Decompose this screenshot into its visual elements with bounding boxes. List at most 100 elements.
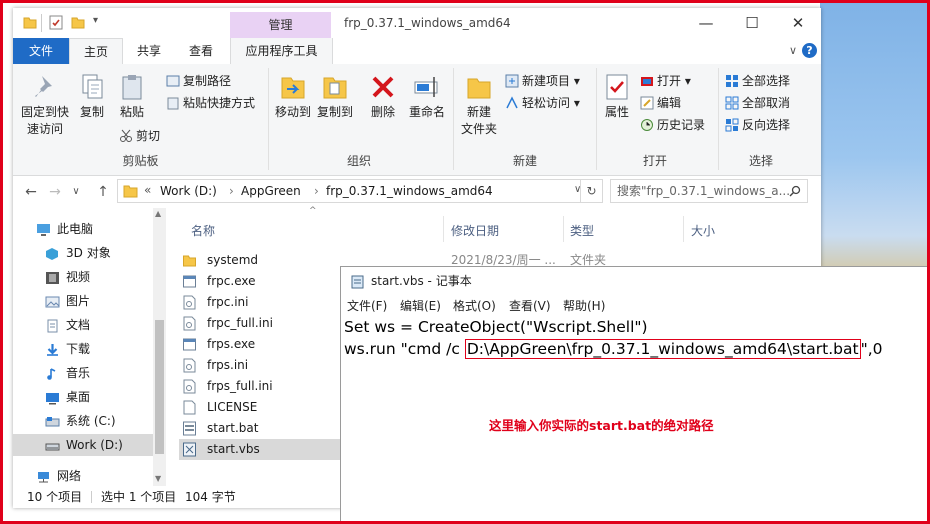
tab-app-tools[interactable]: 应用程序工具 (230, 38, 333, 64)
maximize-button[interactable]: ☐ (729, 8, 775, 38)
column-header-date[interactable]: 修改日期 (451, 222, 499, 239)
forward-button[interactable]: → (45, 182, 65, 202)
properties-button[interactable]: 属性 (601, 72, 633, 121)
address-bar[interactable]: « Work (D:) › AppGreen › frp_0.37.1_wind… (117, 179, 581, 203)
breadcrumb-separator[interactable]: › (229, 184, 234, 198)
copy-button[interactable]: 复制 (75, 72, 109, 121)
delete-label: 删除 (370, 105, 395, 119)
scroll-up-icon[interactable]: ▲ (155, 209, 161, 218)
sidebar-scrollbar[interactable]: ▲ ▼ (153, 208, 166, 486)
select-none-icon (725, 96, 739, 110)
pin-quick-access-button[interactable]: 固定到快 速访问 (19, 72, 71, 138)
sidebar-item-pictures[interactable]: 图片 (13, 290, 153, 312)
sidebar-item-network[interactable]: 网络 (13, 465, 153, 487)
column-header-size[interactable]: 大小 (691, 222, 715, 239)
menu-edit[interactable]: 编辑(E) (400, 295, 441, 317)
exe-icon (183, 275, 196, 288)
file-row[interactable]: frps_full.ini (183, 376, 341, 397)
properties-check-icon (606, 74, 628, 100)
close-button[interactable]: ✕ (775, 8, 821, 38)
new-folder-icon[interactable] (71, 15, 85, 30)
paste-shortcut-button[interactable]: 粘贴快捷方式 (166, 94, 255, 112)
ini-file-icon (183, 379, 196, 394)
sidebar-item-drive-d[interactable]: Work (D:) (13, 434, 153, 456)
sidebar-item-drive-c[interactable]: 系统 (C:) (13, 410, 153, 432)
rename-button[interactable]: 重命名 (407, 72, 447, 121)
column-header-name[interactable]: 名称 (191, 222, 215, 239)
group-label-organize: 组织 (346, 154, 371, 168)
edit-pencil-icon (640, 96, 654, 110)
tab-home[interactable]: 主页 (69, 38, 123, 66)
document-icon (45, 318, 60, 333)
column-divider (443, 216, 444, 242)
breadcrumb-item[interactable]: Work (D:) (160, 184, 217, 198)
paste-shortcut-label: 粘贴快捷方式 (183, 96, 256, 110)
file-row[interactable]: frpc.ini (183, 292, 341, 313)
select-none-button[interactable]: 全部取消 (725, 94, 790, 112)
select-all-button[interactable]: 全部选择 (725, 72, 790, 90)
code-line-2-suffix: ",0 (860, 340, 883, 358)
sidebar-item-desktop[interactable]: 桌面 (13, 386, 153, 408)
minimize-button[interactable]: — (683, 8, 729, 38)
back-button[interactable]: ← (21, 182, 41, 202)
file-row[interactable]: start.bat (183, 418, 341, 439)
up-button[interactable]: ↑ (93, 182, 113, 202)
properties-label: 属性 (604, 105, 629, 119)
tab-view[interactable]: 查看 (179, 38, 223, 64)
qa-dropdown-icon[interactable]: ▾ (93, 15, 98, 26)
sidebar-item-videos[interactable]: 视频 (13, 266, 153, 288)
move-to-button[interactable]: 移动到 (273, 72, 313, 121)
new-item-button[interactable]: 新建项目 ▾ (505, 72, 580, 90)
edit-button[interactable]: 编辑 (640, 94, 681, 112)
breadcrumb-overflow[interactable]: « (144, 183, 151, 197)
search-icon[interactable] (789, 185, 801, 197)
refresh-button[interactable]: ↻ (581, 179, 603, 203)
tab-file[interactable]: 文件 (13, 38, 69, 64)
column-header-type[interactable]: 类型 (570, 222, 594, 239)
file-row-selected[interactable]: start.vbs (179, 439, 345, 460)
breadcrumb-separator[interactable]: › (314, 184, 319, 198)
menu-view[interactable]: 查看(V) (509, 295, 551, 317)
paste-button[interactable]: 粘贴 (115, 72, 149, 121)
breadcrumb-item[interactable]: frp_0.37.1_windows_amd64 (326, 184, 493, 198)
scrollbar-thumb[interactable] (155, 320, 164, 454)
sidebar-label: 桌面 (66, 390, 91, 404)
notepad-text-area[interactable]: Set ws = CreateObject("Wscript.Shell") w… (341, 317, 927, 522)
menu-help[interactable]: 帮助(H) (563, 295, 605, 317)
code-line-2: ws.run "cmd /c D:\AppGreen\frp_0.37.1_wi… (344, 339, 883, 359)
sidebar-item-music[interactable]: 音乐 (13, 362, 153, 384)
new-folder-button[interactable]: 新建 文件夹 (459, 72, 499, 138)
contextual-tab-manage[interactable]: 管理 (230, 12, 331, 38)
file-row[interactable]: frpc_full.ini (183, 313, 341, 334)
delete-button[interactable]: 删除 (368, 72, 398, 121)
collapse-ribbon-icon[interactable]: ∨ (789, 44, 797, 57)
recent-locations-button[interactable]: ∨ (69, 182, 83, 202)
open-button[interactable]: 打开 ▾ (640, 72, 691, 90)
sidebar-item-this-pc[interactable]: 此电脑 (13, 218, 153, 240)
help-icon[interactable]: ? (802, 43, 817, 58)
file-row[interactable]: systemd (183, 250, 341, 271)
copy-path-label: 复制路径 (183, 74, 232, 88)
search-input[interactable]: 搜索"frp_0.37.1_windows_a... (610, 179, 808, 203)
scroll-down-icon[interactable]: ▼ (155, 474, 161, 483)
history-button[interactable]: 历史记录 (640, 116, 705, 134)
copy-path-button[interactable]: 复制路径 (166, 72, 231, 90)
properties-icon[interactable] (49, 15, 63, 30)
sidebar-item-downloads[interactable]: 下载 (13, 338, 153, 360)
breadcrumb-item[interactable]: AppGreen (241, 184, 301, 198)
tab-share[interactable]: 共享 (129, 38, 169, 64)
sidebar-item-3d-objects[interactable]: 3D 对象 (13, 242, 153, 264)
menu-format[interactable]: 格式(O) (453, 295, 496, 317)
copy-to-button[interactable]: 复制到 (315, 72, 355, 121)
file-row[interactable]: frpc.exe (183, 271, 341, 292)
cut-button[interactable]: 剪切 (119, 127, 160, 145)
invert-selection-button[interactable]: 反向选择 (725, 116, 790, 134)
ribbon: 固定到快 速访问 复制 粘贴 复制路径 粘贴快捷方式 剪切 剪贴板 移动到 复制… (13, 64, 821, 176)
file-row[interactable]: frps.exe (183, 334, 341, 355)
file-row[interactable]: LICENSE (183, 397, 341, 418)
menu-file[interactable]: 文件(F) (347, 295, 387, 317)
sidebar-item-documents[interactable]: 文档 (13, 314, 153, 336)
file-row[interactable]: frps.ini (183, 355, 341, 376)
ribbon-tabs: 文件 主页 共享 查看 应用程序工具 ∨ ? (13, 38, 821, 66)
easy-access-button[interactable]: 轻松访问 ▾ (505, 94, 580, 112)
